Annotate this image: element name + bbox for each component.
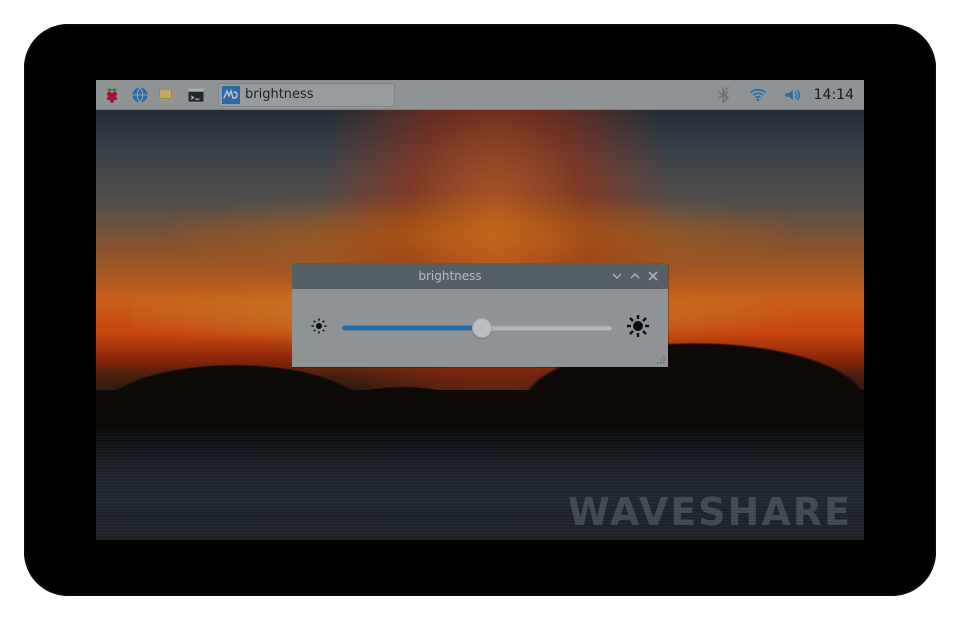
taskbar-task-button[interactable]: brightness xyxy=(218,83,395,107)
clock[interactable]: 14:14 xyxy=(814,87,854,103)
window-maximize-button[interactable] xyxy=(626,267,644,285)
app-icon xyxy=(222,86,240,104)
bluetooth-icon[interactable] xyxy=(712,83,736,107)
device-bezel: brightness 14:14 brightness xyxy=(24,24,936,596)
resize-grip[interactable] xyxy=(656,355,666,365)
task-button-label: brightness xyxy=(245,87,314,102)
brightness-slider[interactable] xyxy=(342,315,612,341)
raspberry-menu-icon[interactable] xyxy=(100,83,124,107)
brightness-low-icon xyxy=(310,317,328,339)
volume-icon[interactable] xyxy=(780,83,804,107)
watermark: WAVESHARE xyxy=(568,490,852,534)
file-manager-icon[interactable] xyxy=(156,83,180,107)
web-browser-icon[interactable] xyxy=(128,83,152,107)
dialog-titlebar[interactable]: brightness xyxy=(292,263,668,289)
window-minimize-button[interactable] xyxy=(608,267,626,285)
dialog-title: brightness xyxy=(292,269,608,283)
brightness-high-icon xyxy=(626,314,650,342)
taskbar: brightness 14:14 xyxy=(96,80,864,110)
brightness-dialog: brightness xyxy=(292,263,668,367)
terminal-icon[interactable] xyxy=(184,83,208,107)
wifi-icon[interactable] xyxy=(746,83,770,107)
screen: brightness 14:14 brightness xyxy=(96,80,864,540)
slider-thumb[interactable] xyxy=(472,318,492,338)
window-close-button[interactable] xyxy=(644,267,662,285)
